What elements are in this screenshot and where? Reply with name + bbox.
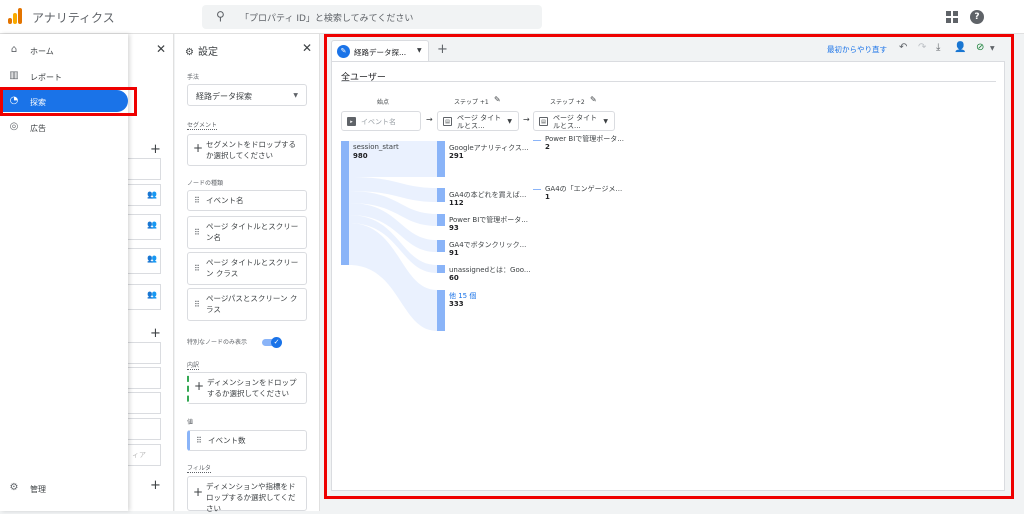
variable-faded-text: ィア: [132, 451, 146, 459]
gear-icon: ⚙: [185, 47, 194, 58]
nav-item-label: 管理: [30, 485, 46, 494]
apps-icon[interactable]: [946, 11, 958, 23]
nav-item-home[interactable]: ⌂ ホーム: [0, 39, 128, 61]
variable-item[interactable]: [128, 418, 161, 440]
node-type-chip[interactable]: ⠿ ページ タイトルとスクリーン名: [187, 216, 307, 249]
nav-item-label: レポート: [30, 73, 62, 82]
variable-item[interactable]: 👥: [128, 248, 161, 274]
add-icon: +: [193, 141, 204, 155]
report-icon: ▥: [9, 70, 19, 81]
segment-icon: 👥: [147, 220, 157, 229]
top-bar: アナリティクス ⚲ 「プロパティ ID」と検索してみてください ?: [0, 0, 1024, 34]
breakdown-drop-zone[interactable]: + ディメンションをドロップするか選択してください: [187, 372, 307, 404]
add-icon[interactable]: +: [150, 326, 161, 341]
caret-down-icon: ▼: [293, 92, 298, 99]
segment-drop-zone[interactable]: + セグメントをドロップするか選択してください: [187, 134, 307, 166]
nav-item-label: ホーム: [30, 47, 54, 56]
close-icon[interactable]: ✕: [302, 41, 312, 55]
search-icon: ⚲: [216, 9, 225, 23]
home-icon: ⌂: [10, 44, 18, 55]
settings-title-text: 設定: [197, 47, 218, 58]
drag-handle-icon: ⠿: [194, 195, 200, 205]
value-chip-text: イベント数: [208, 436, 246, 445]
nav-item-label: 広告: [30, 124, 46, 133]
segment-icon: 👥: [147, 254, 157, 263]
highlight-box-explore: [0, 87, 137, 116]
drag-handle-icon: ⠿: [194, 227, 200, 237]
variable-item[interactable]: 👥: [128, 184, 161, 206]
highlight-box-canvas: [324, 34, 1014, 499]
filter-drop-zone[interactable]: + ディメンションや指標をドロップするか選択してください: [187, 476, 307, 513]
segment-drop-text: セグメントをドロップするか選択してください: [206, 140, 296, 160]
nav-item-advertising[interactable]: ◎ 広告: [0, 116, 128, 138]
value-label: 値: [187, 419, 194, 426]
variable-item[interactable]: [128, 367, 161, 389]
variable-item[interactable]: [128, 342, 161, 364]
app-title: アナリティクス: [32, 11, 115, 25]
filter-label: フィルタ: [187, 465, 211, 473]
technique-label: 手法: [187, 74, 200, 81]
technique-select[interactable]: 経路データ探索 ▼: [187, 84, 307, 106]
variable-item[interactable]: [128, 158, 161, 180]
node-type-text: ページ タイトルとスクリーン クラス: [206, 258, 299, 278]
value-chip[interactable]: ⠿ イベント数: [187, 430, 307, 451]
check-icon: ✓: [271, 337, 282, 348]
search-input[interactable]: ⚲ 「プロパティ ID」と検索してみてください: [202, 5, 542, 29]
segment-label: セグメント: [187, 122, 218, 130]
settings-title: ⚙ 設定: [185, 43, 218, 58]
settings-panel: ⚙ 設定 ✕ 手法 経路データ探索 ▼ セグメント + セグメントをドロップするか…: [175, 34, 320, 513]
variable-item[interactable]: 👥: [128, 284, 161, 310]
segment-icon: 👥: [147, 290, 157, 299]
nav-item-reports[interactable]: ▥ レポート: [0, 65, 128, 87]
drag-handle-icon: ⠿: [196, 435, 202, 445]
add-icon[interactable]: +: [150, 142, 161, 157]
nav-item-admin[interactable]: ⚙ 管理: [0, 477, 128, 499]
variable-item[interactable]: 👥: [128, 214, 161, 240]
breakdown-label: 内訳: [187, 362, 200, 370]
technique-value: 経路データ探索: [196, 92, 252, 101]
help-icon[interactable]: ?: [970, 10, 984, 24]
close-icon[interactable]: ✕: [156, 42, 166, 56]
special-nodes-toggle[interactable]: ✓: [262, 337, 282, 348]
node-type-chip[interactable]: ⠿ ページ タイトルとスクリーン クラス: [187, 252, 307, 285]
node-type-label: ノードの種類: [187, 180, 224, 187]
add-icon[interactable]: +: [150, 478, 161, 493]
filter-drop-text: ディメンションや指標をドロップするか選択してください: [206, 482, 296, 513]
node-type-chip[interactable]: ⠿ ページパスとスクリーン クラス: [187, 288, 307, 321]
add-icon: +: [194, 379, 205, 393]
special-nodes-label: 特別なノードのみ表示: [187, 339, 248, 346]
gear-icon: ⚙: [9, 482, 19, 493]
analytics-logo-icon: [8, 8, 24, 24]
search-placeholder: 「プロパティ ID」と検索してみてください: [240, 14, 414, 24]
ads-icon: ◎: [9, 121, 19, 132]
segment-icon: 👥: [147, 190, 157, 199]
node-type-text: イベント名: [206, 196, 244, 205]
drag-handle-icon: ⠿: [194, 299, 200, 309]
node-type-text: ページ タイトルとスクリーン名: [206, 222, 299, 242]
node-type-text: ページパスとスクリーン クラス: [206, 294, 298, 314]
add-icon: +: [193, 484, 204, 499]
variable-item[interactable]: [128, 392, 161, 414]
node-type-chip[interactable]: ⠿ イベント名: [187, 190, 307, 211]
breakdown-drop-text: ディメンションをドロップするか選択してください: [207, 378, 297, 398]
drag-handle-icon: ⠿: [194, 263, 200, 273]
